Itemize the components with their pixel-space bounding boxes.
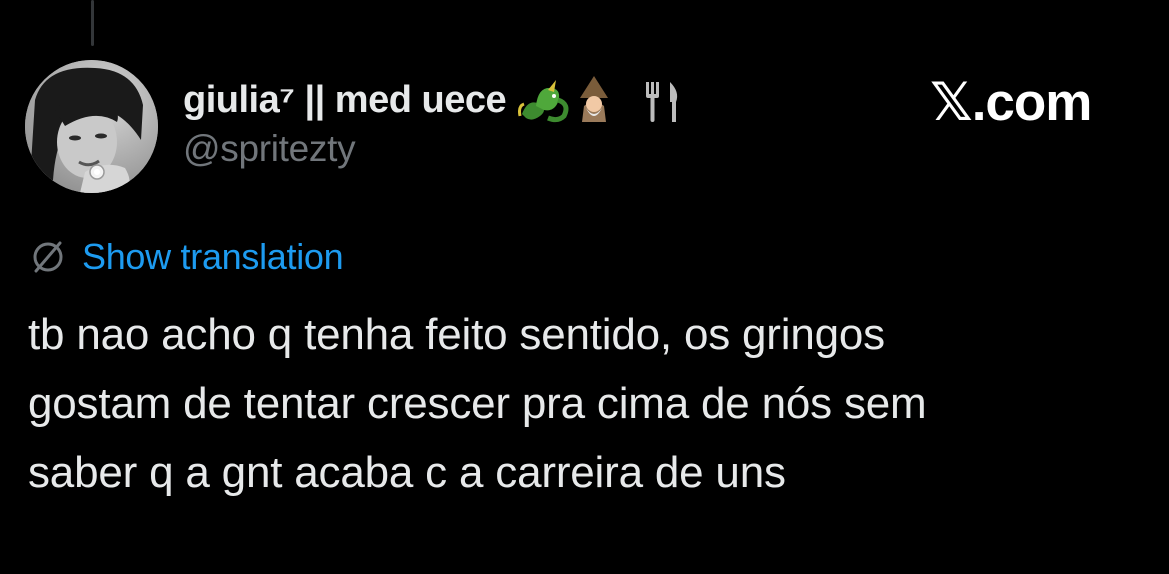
avatar-photo bbox=[25, 60, 158, 193]
dragon-emoji bbox=[518, 80, 569, 123]
tweet-text-line: tb nao acho q tenha feito sentido, os gr… bbox=[28, 310, 885, 359]
name-emoji-group bbox=[518, 76, 688, 124]
thread-connector-line bbox=[91, 0, 94, 46]
show-translation-link[interactable]: Show translation bbox=[28, 236, 344, 278]
author-name-row: giulia⁷ || med uece bbox=[183, 76, 783, 124]
translate-globe-icon bbox=[33, 241, 63, 273]
avatar[interactable] bbox=[25, 60, 158, 193]
tweet-body: tb nao acho q tenha feito sentido, os gr… bbox=[28, 300, 1148, 507]
x-com-logo: 𝕏.com bbox=[930, 73, 1092, 132]
author-display-name[interactable]: giulia⁷ || med uece bbox=[183, 79, 507, 122]
mage-emoji bbox=[580, 76, 609, 122]
tweet-text-line: saber q a gnt acaba c a carreira de uns bbox=[28, 448, 786, 497]
tweet-text-line: gostam de tentar crescer pra cima de nós… bbox=[28, 379, 927, 428]
tweet-header: giulia⁷ || med uece @spritezty bbox=[183, 76, 783, 170]
show-translation-label[interactable]: Show translation bbox=[82, 236, 344, 278]
fork-and-knife-icon bbox=[646, 82, 678, 122]
author-handle[interactable]: @spritezty bbox=[183, 128, 783, 170]
